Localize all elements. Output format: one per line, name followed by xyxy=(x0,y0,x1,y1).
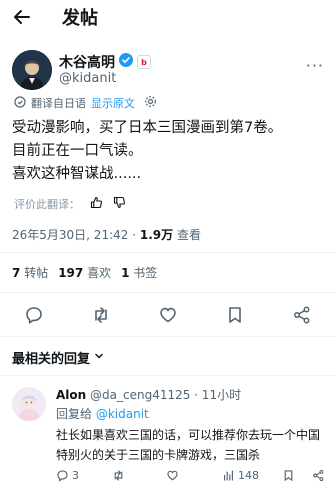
thumbs-down-icon[interactable] xyxy=(113,196,126,212)
reply-item[interactable]: Alon @da_ceng41125 · 11小时 回复给 @kidanit 社… xyxy=(0,381,336,500)
translated-from-label: 翻译自日语 xyxy=(31,97,86,110)
thumbs-up-icon[interactable] xyxy=(90,196,103,212)
author-row: 木谷高明 b @kidanit ··· xyxy=(12,50,324,90)
more-options-icon[interactable]: ··· xyxy=(306,56,324,75)
translation-settings-icon[interactable] xyxy=(144,95,157,111)
reply-avatar[interactable] xyxy=(12,387,46,421)
org-affiliation-badge-icon[interactable]: b xyxy=(137,55,151,69)
divider xyxy=(0,375,336,376)
reply-icon[interactable] xyxy=(22,303,46,327)
reply-comment-button[interactable]: 3 xyxy=(56,469,79,482)
reply-bookmark-button[interactable] xyxy=(282,469,295,482)
post-line: 目前正在一口气读。 xyxy=(12,143,143,159)
post-text: 受动漫影响，买了日本三国漫画到第7卷。 目前正在一口气读。 喜欢这种智谋战...… xyxy=(12,117,328,186)
post-line: 喜欢这种智谋战...... xyxy=(12,166,142,182)
reply-author-name[interactable]: Alon xyxy=(56,388,86,402)
translation-bar: 翻译自日语 显示原文 xyxy=(14,95,157,111)
author-name-text: 木谷高明 xyxy=(59,55,115,71)
replying-to-handle[interactable]: @kidanit xyxy=(96,407,149,421)
avatar[interactable] xyxy=(12,50,52,90)
reposts-stat[interactable]: 7 转帖 xyxy=(12,264,48,281)
reply-header: Alon @da_ceng41125 · 11小时 xyxy=(56,386,241,403)
reply-views-button[interactable]: 148 xyxy=(222,469,259,482)
reply-text: 社长如果喜欢三国的话，可以推荐你去玩一个中国特别火的关于三国的卡牌游戏，三国杀 xyxy=(56,428,321,462)
bookmark-icon[interactable] xyxy=(223,303,247,327)
reply-share-button[interactable] xyxy=(312,469,325,482)
share-icon xyxy=(313,469,324,482)
views-count: 1.9万 xyxy=(139,228,174,242)
likes-stat[interactable]: 197 喜欢 xyxy=(58,264,111,281)
replying-to: 回复给 @kidanit xyxy=(56,405,149,422)
like-heart-icon[interactable] xyxy=(156,303,180,327)
views-chart-icon xyxy=(224,470,233,481)
reply-action-bar: 3 148 xyxy=(56,469,328,489)
replies-sort-label: 最相关的回复 xyxy=(12,352,91,367)
replies-sort-selector[interactable]: 最相关的回复 xyxy=(12,348,104,367)
verified-badge-icon xyxy=(119,53,133,71)
repost-icon xyxy=(114,470,123,481)
reply-repost-button[interactable] xyxy=(112,469,125,482)
post-timestamp[interactable]: 26年5月30日, 21:42 · xyxy=(12,228,140,242)
post-meta: 26年5月30日, 21:42 · 1.9万 查看 xyxy=(12,226,201,243)
like-heart-icon xyxy=(167,470,178,481)
divider xyxy=(0,252,336,253)
reply-views-count: 148 xyxy=(238,469,259,482)
repost-icon[interactable] xyxy=(89,303,113,327)
replying-to-label: 回复给 xyxy=(56,407,93,421)
top-bar: 发帖 xyxy=(0,0,336,34)
action-bar xyxy=(0,299,336,331)
show-original-link[interactable]: 显示原文 xyxy=(91,95,135,111)
page-title: 发帖 xyxy=(62,8,98,29)
reply-replies-count: 3 xyxy=(72,469,79,482)
reply-like-button[interactable] xyxy=(166,469,179,482)
divider xyxy=(0,336,336,337)
translate-icon xyxy=(14,95,26,111)
reply-icon xyxy=(57,470,68,482)
views-label: 查看 xyxy=(176,228,201,242)
rate-translation-label: 评价此翻译： xyxy=(14,198,80,211)
reply-handle-time: @da_ceng41125 · 11小时 xyxy=(90,388,242,402)
share-icon[interactable] xyxy=(290,303,314,327)
bookmark-icon xyxy=(284,470,293,482)
author-handle[interactable]: @kidanit xyxy=(59,71,116,86)
back-arrow-icon[interactable] xyxy=(10,5,34,29)
rate-translation: 评价此翻译： xyxy=(14,196,126,212)
post-line: 受动漫影响，买了日本三国漫画到第7卷。 xyxy=(12,120,283,136)
bookmarks-stat[interactable]: 1 书签 xyxy=(121,264,157,281)
divider xyxy=(0,292,336,293)
engagement-stats: 7 转帖 197 喜欢 1 书签 xyxy=(12,264,157,281)
author-name[interactable]: 木谷高明 b xyxy=(59,52,151,72)
chevron-down-icon xyxy=(94,350,104,365)
